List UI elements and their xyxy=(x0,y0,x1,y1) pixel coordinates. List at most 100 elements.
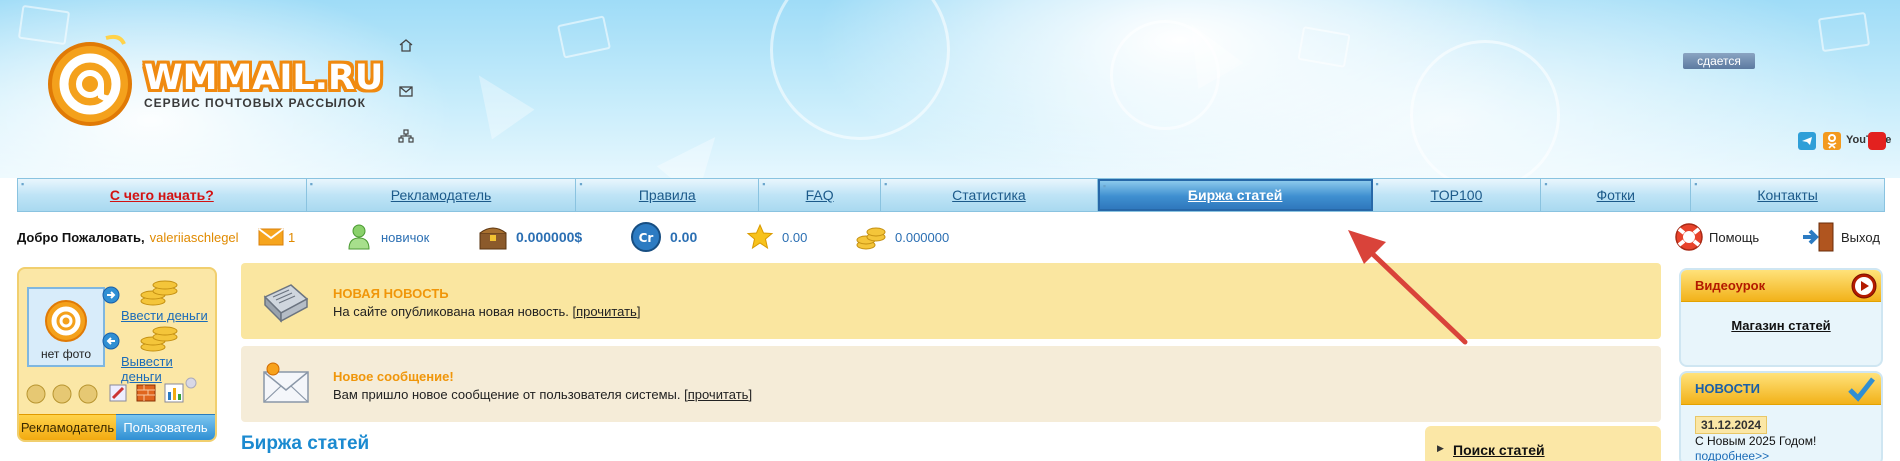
no-photo-placeholder-icon xyxy=(45,300,87,342)
nav-item-rules[interactable]: Правила xyxy=(576,179,760,211)
telegram-icon[interactable] xyxy=(1798,132,1816,150)
read-news-link[interactable]: прочитать xyxy=(576,304,637,319)
username[interactable]: valeriiaschlegel xyxy=(150,230,239,245)
welcome-text: Добро Пожаловать, xyxy=(17,229,145,245)
rank-block: новичок xyxy=(345,218,429,256)
main-nav: С чего начать? Рекламодатель Правила FAQ… xyxy=(17,178,1885,212)
mail-count: 1 xyxy=(288,229,296,245)
treasure-chest-icon xyxy=(479,227,507,250)
avatar[interactable]: нет фото xyxy=(27,287,105,367)
nav-item-advertiser[interactable]: Рекламодатель xyxy=(307,179,577,211)
user-profile-panel: нет фото Ввести деньги Вывести деньги Ре… xyxy=(17,267,217,442)
site-header: wmmail.ru СЕРВИС ПОЧТОВЫХ РАССЫЛОК сдает… xyxy=(0,0,1900,178)
medal-icon xyxy=(26,384,46,404)
nav-item-faq[interactable]: FAQ xyxy=(759,179,882,211)
read-message-link[interactable]: прочитать xyxy=(688,387,749,402)
message-notice: Новое сообщение! Вам пришло новое сообще… xyxy=(241,346,1661,422)
bricks-icon[interactable] xyxy=(135,382,157,404)
news-title: НОВАЯ НОВОСТЬ xyxy=(333,286,449,301)
arrow-right-icon[interactable] xyxy=(101,285,121,305)
odnoklassniki-icon[interactable] xyxy=(1823,132,1841,150)
medal-icon xyxy=(52,384,72,404)
news-item-text: С Новым 2025 Годом! xyxy=(1695,434,1817,448)
user-bar: Добро Пожаловать, valeriiaschlegel 1 нов… xyxy=(0,218,1900,256)
coins-block: 0.000000 xyxy=(855,218,949,256)
sitemap-icon[interactable] xyxy=(398,129,414,143)
welcome-block: Добро Пожаловать, valeriiaschlegel xyxy=(17,218,239,256)
checkmark-icon xyxy=(1848,377,1875,402)
coins-icon xyxy=(856,227,886,250)
withdraw-link[interactable]: Вывести деньги xyxy=(121,354,215,384)
coins-stack-icon xyxy=(140,326,178,352)
rating-value: 0.00 xyxy=(782,229,808,245)
decorative-cursor xyxy=(656,120,736,178)
decorative-cursor xyxy=(457,60,535,140)
message-text: Вам пришло новое сообщение от пользовате… xyxy=(333,387,753,402)
balance-block: 0.000000$ xyxy=(478,218,582,256)
site-logo[interactable]: wmmail.ru СЕРВИС ПОЧТОВЫХ РАССЫЛОК xyxy=(40,30,383,130)
home-icon[interactable] xyxy=(398,38,414,52)
edit-pencil-icon[interactable] xyxy=(107,382,129,404)
nav-item-photos[interactable]: Фотки xyxy=(1541,179,1692,211)
video-lesson-title: Видеоурок xyxy=(1695,278,1766,293)
rating-block: 0.00 xyxy=(746,218,807,256)
rank-label: новичок xyxy=(381,229,430,245)
decorative-envelope xyxy=(556,15,612,59)
decorative-envelope xyxy=(1817,11,1871,53)
exit-door-icon xyxy=(1803,222,1834,252)
news-panel-header: НОВОСТИ xyxy=(1681,373,1881,405)
deposit-link[interactable]: Ввести деньги xyxy=(121,308,208,323)
chart-icon[interactable] xyxy=(163,382,185,404)
nav-item-article-exchange[interactable]: Биржа статей xyxy=(1097,179,1373,211)
decorative-swirl xyxy=(1410,40,1560,178)
news-panel-title: НОВОСТИ xyxy=(1695,381,1761,396)
logout-link[interactable]: Выход xyxy=(1801,218,1880,256)
article-shop-link[interactable]: Магазин статей xyxy=(1681,318,1881,333)
logo-subtitle: СЕРВИС ПОЧТОВЫХ РАССЫЛОК xyxy=(144,96,366,110)
star-icon xyxy=(746,223,774,250)
message-title: Новое сообщение! xyxy=(333,369,454,384)
tab-advertiser[interactable]: Рекламодатель xyxy=(19,414,116,440)
credits-value: 0.00 xyxy=(670,229,698,245)
video-lesson-panel: Видеоурок Магазин статей xyxy=(1679,268,1883,367)
logo-text: wmmail.ru xyxy=(144,58,384,98)
coins-stack-icon xyxy=(140,280,178,306)
credits-cr-icon: Cr xyxy=(631,222,661,252)
at-sign-logo-icon xyxy=(48,34,132,126)
youtube-play-icon xyxy=(1868,132,1886,150)
nav-item-contacts[interactable]: Контакты xyxy=(1691,179,1884,211)
youtube-icon[interactable]: YouTube xyxy=(1846,132,1891,150)
avatar-label: нет фото xyxy=(40,347,92,361)
user-rank-icon xyxy=(348,224,370,250)
search-articles-link[interactable]: Поиск статей xyxy=(1453,442,1545,458)
logout-label: Выход xyxy=(1841,229,1880,245)
news-notice: НОВАЯ НОВОСТЬ На сайте опубликована нова… xyxy=(241,263,1661,339)
newspaper-icon xyxy=(263,284,309,323)
arrow-left-icon[interactable] xyxy=(101,331,121,351)
video-lesson-header[interactable]: Видеоурок xyxy=(1681,270,1881,302)
mail-icon[interactable] xyxy=(398,84,414,98)
nav-item-statistics[interactable]: Статистика xyxy=(881,179,1098,211)
page-title: Биржа статей xyxy=(241,433,370,454)
mail-counter[interactable]: 1 xyxy=(258,218,295,256)
article-search-box: ▶ Поиск статей xyxy=(1425,426,1661,461)
help-label: Помощь xyxy=(1709,229,1760,245)
news-more-link[interactable]: подробнее>> xyxy=(1695,449,1769,461)
tab-user[interactable]: Пользователь xyxy=(116,414,215,440)
lifebuoy-icon xyxy=(1675,223,1703,251)
medal-icon xyxy=(78,384,98,404)
svg-text:Cr: Cr xyxy=(639,231,654,245)
news-panel: НОВОСТИ 31.12.2024 С Новым 2025 Годом! п… xyxy=(1679,371,1883,461)
play-icon[interactable] xyxy=(1851,273,1877,299)
nav-item-getting-started[interactable]: С чего начать? xyxy=(18,179,307,211)
envelope-icon xyxy=(258,228,284,246)
decorative-swirl xyxy=(770,0,950,140)
decorative-envelope xyxy=(1297,26,1351,68)
news-text: На сайте опубликована новая новость. [пр… xyxy=(333,304,641,319)
rent-badge[interactable]: сдается xyxy=(1683,53,1755,69)
help-link[interactable]: Помощь xyxy=(1673,218,1759,256)
nav-item-top100[interactable]: TOP100 xyxy=(1373,179,1542,211)
news-date: 31.12.2024 xyxy=(1695,416,1768,434)
bullet-icon: ▶ xyxy=(1437,443,1444,453)
balance-value: 0.000000$ xyxy=(516,229,583,245)
